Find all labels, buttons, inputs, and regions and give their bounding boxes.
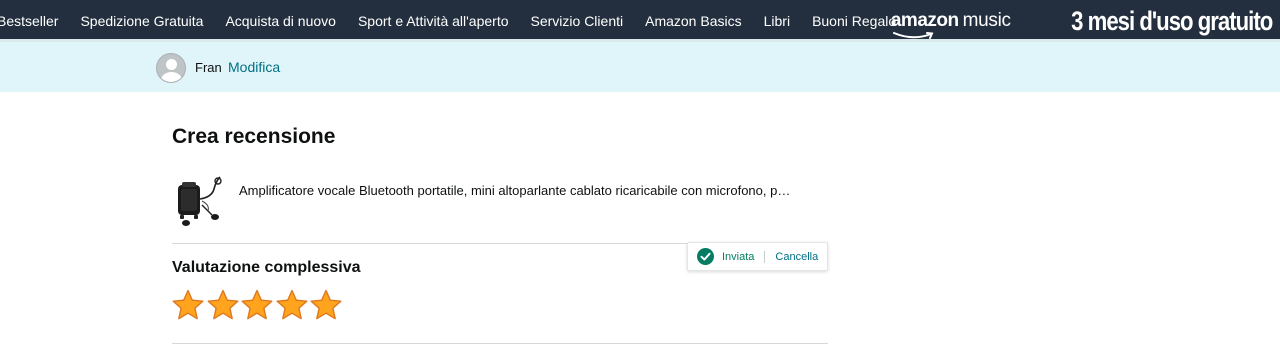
nav-link-spedizione-gratuita[interactable]: Spedizione Gratuita (69, 0, 214, 42)
avatar[interactable] (156, 53, 186, 83)
nav-link-libri[interactable]: Libri (753, 0, 801, 42)
nav-link-bestseller[interactable]: Bestseller (0, 0, 69, 42)
status-popover: Inviata Cancella (687, 242, 828, 271)
amazon-music-logo: amazon music (890, 10, 1011, 39)
nav-link-servizio-clienti[interactable]: Servizio Clienti (520, 0, 635, 42)
status-separator (764, 250, 766, 263)
check-circle-icon (697, 248, 714, 265)
star-icon[interactable] (172, 289, 204, 321)
nav-link-sport[interactable]: Sport e Attività all'aperto (347, 0, 520, 42)
edit-profile-link[interactable]: Modifica (228, 59, 280, 75)
amazon-music-promo[interactable]: amazon music 3 mesi d'uso gratuito (890, 0, 1273, 42)
avatar-torso (161, 72, 182, 82)
status-sent-label: Inviata (722, 250, 755, 263)
star-rating[interactable] (172, 289, 345, 321)
avatar-head (166, 59, 177, 70)
star-icon[interactable] (310, 289, 342, 321)
promo-headline: 3 mesi d'uso gratuito (1070, 5, 1273, 36)
overall-rating-title: Valutazione complessiva (172, 259, 361, 276)
nav-links: Bestseller Spedizione Gratuita Acquista … (0, 0, 907, 42)
divider-bottom (172, 343, 828, 344)
nav-link-amazon-basics[interactable]: Amazon Basics (634, 0, 752, 42)
product-thumbnail[interactable] (172, 171, 226, 229)
top-nav-bar: Bestseller Spedizione Gratuita Acquista … (0, 0, 1280, 42)
cancel-button[interactable]: Cancella (775, 251, 818, 263)
star-icon[interactable] (276, 289, 308, 321)
nav-link-acquista-di-nuovo[interactable]: Acquista di nuovo (214, 0, 347, 42)
product-title[interactable]: Amplificatore vocale Bluetooth portatile… (239, 183, 790, 198)
music-logo-brand: amazon (890, 10, 959, 31)
music-logo-product: music (962, 10, 1011, 31)
star-icon[interactable] (241, 289, 273, 321)
page-title: Crea recensione (172, 125, 336, 148)
star-icon[interactable] (207, 289, 239, 321)
profile-bar: Fran Modifica (0, 42, 1280, 92)
profile-name: Fran (195, 60, 222, 75)
